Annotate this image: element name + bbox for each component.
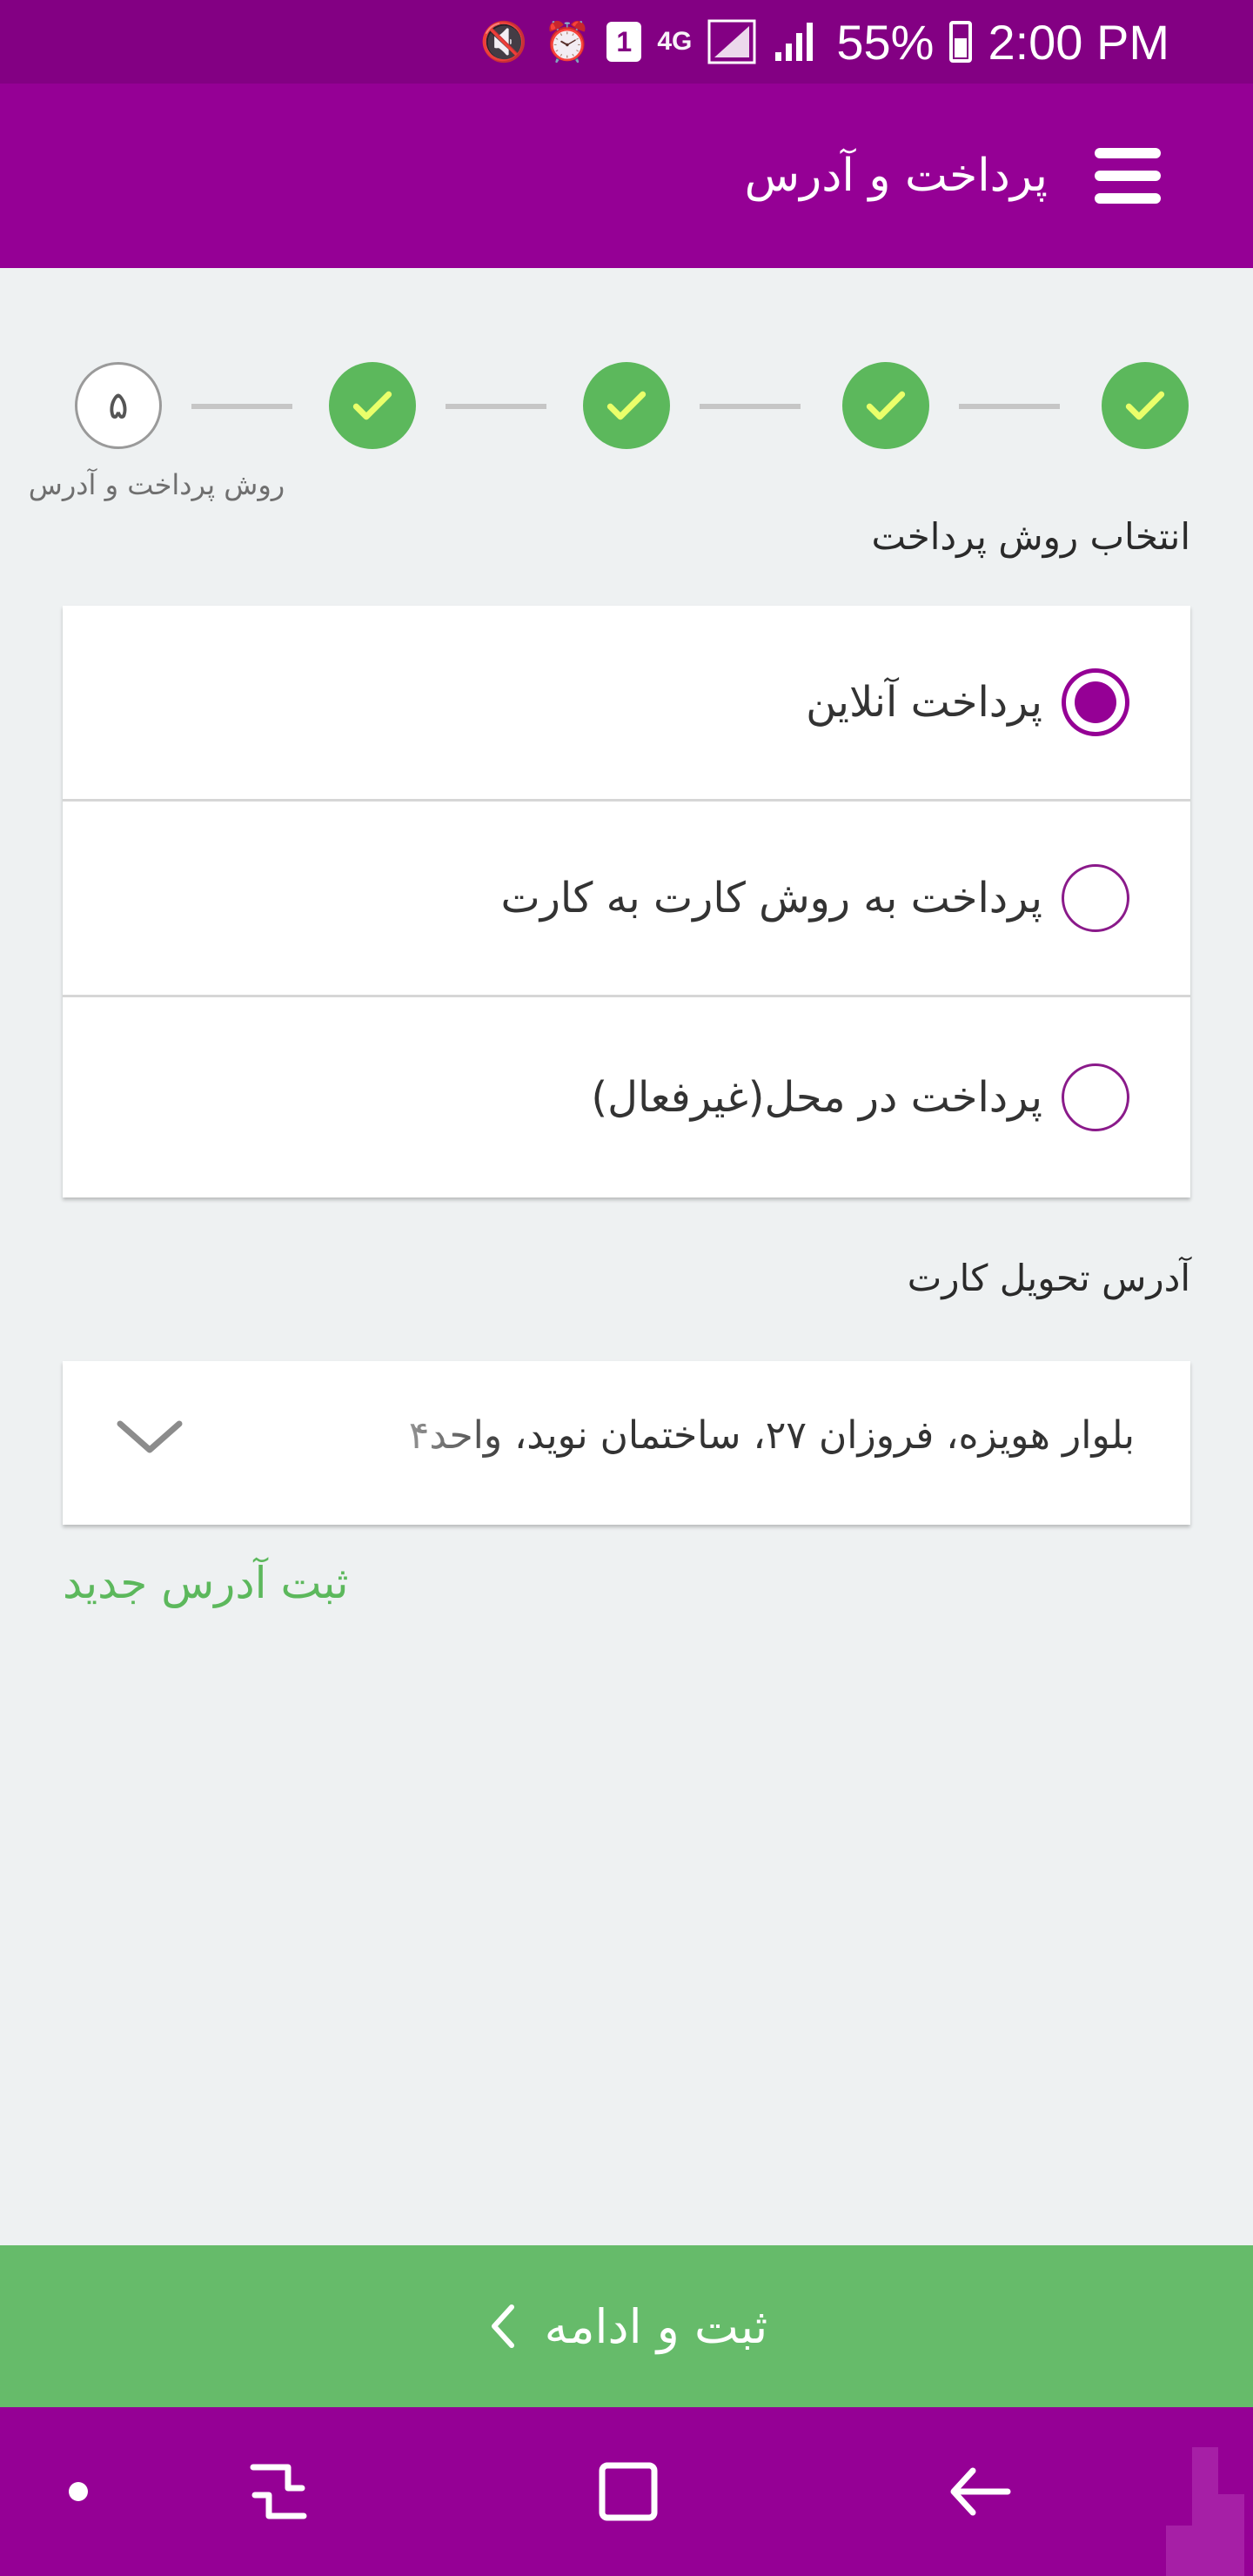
chevron-down-icon[interactable] bbox=[115, 1412, 184, 1464]
radio-button-selected[interactable] bbox=[1062, 668, 1129, 736]
payment-option-label: پرداخت در محل(غیرفعال) bbox=[591, 1073, 1042, 1122]
alarm-icon: ⏰ bbox=[543, 21, 592, 64]
signal-icon bbox=[775, 23, 814, 61]
text-fade-overlay bbox=[289, 1387, 515, 1500]
sim-icon: 1 bbox=[606, 22, 642, 62]
payment-option-online[interactable]: پرداخت آنلاین bbox=[63, 606, 1190, 799]
hamburger-menu-icon[interactable] bbox=[1095, 148, 1161, 204]
current-step-label: روش پرداخت و آدرس bbox=[28, 468, 285, 501]
signal-icon bbox=[707, 19, 756, 64]
check-icon bbox=[606, 391, 647, 420]
clock: 2:00 PM bbox=[988, 14, 1169, 70]
network-4g-icon: 4G bbox=[657, 27, 693, 56]
step-1-done bbox=[1102, 362, 1189, 449]
battery-icon bbox=[949, 21, 973, 63]
status-bar: 🔇 ⏰ 1 4G 55% 2:00 PM bbox=[0, 0, 1253, 84]
step-5-current: ۵ bbox=[75, 362, 162, 449]
payment-options-card: پرداخت آنلاین پرداخت به روش کارت به کارت… bbox=[63, 606, 1190, 1197]
mute-icon: 🔇 bbox=[479, 21, 528, 64]
step-3-done bbox=[583, 362, 670, 449]
system-navigation-bar bbox=[0, 2407, 1253, 2576]
step-connector bbox=[959, 404, 1060, 409]
payment-option-cash-on-delivery[interactable]: پرداخت در محل(غیرفعال) bbox=[63, 997, 1190, 1197]
step-connector bbox=[700, 404, 801, 409]
check-icon bbox=[352, 391, 392, 420]
payment-section-title: انتخاب روش پرداخت bbox=[871, 515, 1190, 558]
radio-button[interactable] bbox=[1062, 864, 1129, 932]
submit-button-label: ثبت و ادامه bbox=[544, 2298, 768, 2354]
store-logo-watermark bbox=[1166, 2447, 1244, 2576]
step-4-done bbox=[329, 362, 416, 449]
address-section-title: آدرس تحویل کارت bbox=[907, 1257, 1190, 1299]
step-connector bbox=[446, 404, 546, 409]
app-bar: پرداخت و آدرس bbox=[0, 84, 1253, 268]
payment-option-label: پرداخت آنلاین bbox=[806, 678, 1042, 727]
page-title: پرداخت و آدرس bbox=[744, 150, 1048, 202]
recent-apps-icon[interactable] bbox=[235, 2407, 322, 2576]
check-icon bbox=[1125, 391, 1165, 420]
payment-option-label: پرداخت به روش کارت به کارت bbox=[500, 874, 1042, 922]
back-icon[interactable] bbox=[936, 2407, 1023, 2576]
radio-button[interactable] bbox=[1062, 1063, 1129, 1131]
step-2-done bbox=[842, 362, 929, 449]
address-dropdown[interactable]: بلوار هویزه، فروزان ۲۷، ساختمان نوید، وا… bbox=[63, 1361, 1190, 1525]
chevron-left-icon bbox=[491, 2304, 514, 2348]
nav-dot-icon[interactable] bbox=[52, 2407, 104, 2576]
progress-stepper: ۵ bbox=[0, 355, 1253, 451]
add-new-address-link[interactable]: ثبت آدرس جدید bbox=[63, 1558, 349, 1608]
battery-percentage: 55% bbox=[836, 14, 935, 70]
payment-option-card-to-card[interactable]: پرداخت به روش کارت به کارت bbox=[63, 802, 1190, 995]
submit-continue-button[interactable]: ثبت و ادامه bbox=[0, 2245, 1253, 2407]
selected-address: بلوار هویزه، فروزان ۲۷، ساختمان نوید، وا… bbox=[409, 1413, 1135, 1458]
check-icon bbox=[866, 391, 906, 420]
home-icon[interactable] bbox=[585, 2407, 672, 2576]
step-connector bbox=[191, 404, 292, 409]
